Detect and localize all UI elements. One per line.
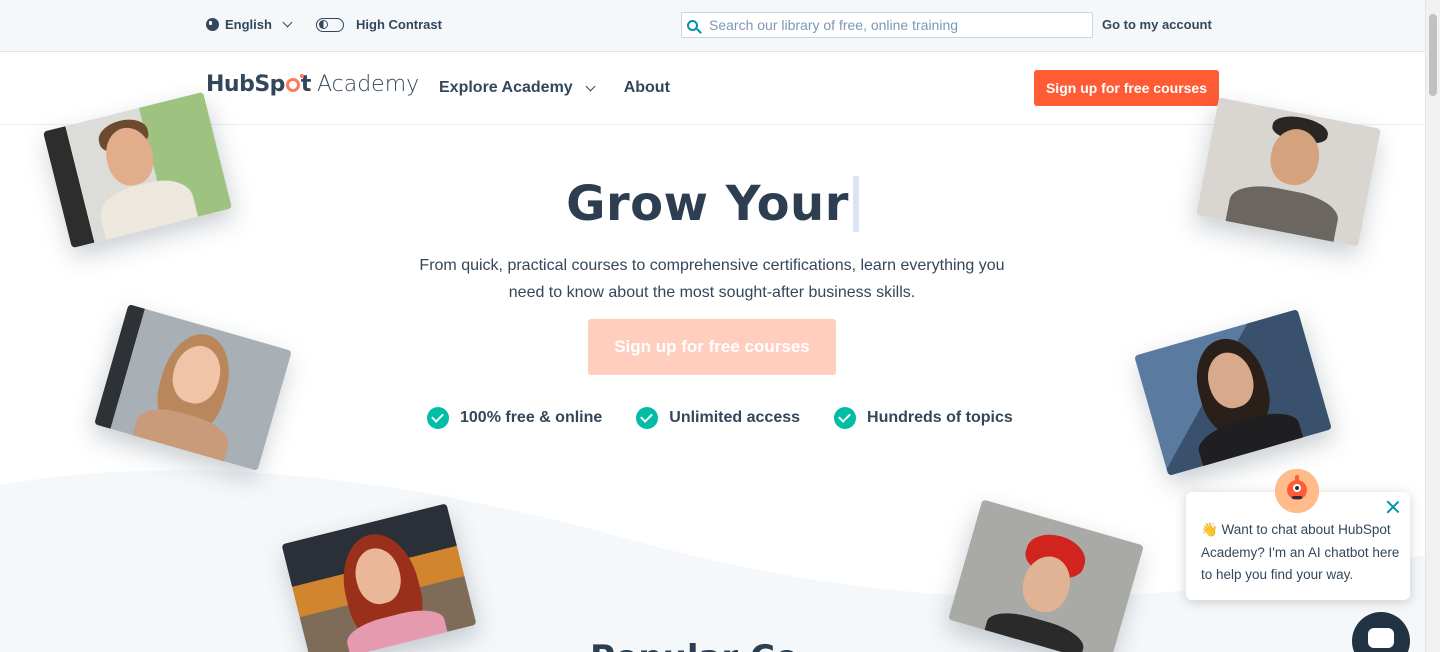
scrollbar-thumb[interactable] [1429, 14, 1437, 96]
close-icon[interactable] [1386, 500, 1400, 514]
contrast-toggle-icon[interactable] [316, 17, 344, 32]
main-navbar: HubSp t Academy Explore Academy About Sig… [0, 52, 1425, 125]
check-icon [834, 407, 857, 429]
chat-message: 👋 Want to chat about HubSpot Academy? I'… [1201, 522, 1400, 582]
logo-academy-text: Academy [316, 72, 420, 97]
hero-subtitle: From quick, practical courses to compreh… [419, 257, 1005, 301]
chatbot-avatar [1275, 469, 1319, 513]
page-scrollbar[interactable] [1425, 0, 1440, 652]
toggle-knob [319, 19, 328, 29]
language-label: English [225, 17, 272, 32]
typing-cursor [852, 176, 859, 232]
feature-unlimited-access: Unlimited access [636, 407, 800, 429]
sprocket-icon [285, 74, 304, 92]
photo-woman-smiling-left [94, 303, 292, 472]
photo-woman-glasses-right [1134, 308, 1332, 477]
go-to-account-link[interactable]: Go to my account [1102, 17, 1212, 32]
globe-icon [206, 18, 219, 31]
hero-title: Grow Your [0, 176, 1425, 232]
chevron-down-icon [282, 17, 293, 28]
signup-button-header[interactable]: Sign up for free courses [1034, 70, 1219, 106]
hubspot-academy-logo[interactable]: HubSp t Academy [206, 72, 419, 97]
page-viewport: English High Contrast Go to my account H… [0, 0, 1425, 652]
feature-list: 100% free & online Unlimited access Hund… [427, 407, 1013, 429]
high-contrast-label: High Contrast [356, 17, 442, 32]
nav-about[interactable]: About [624, 79, 670, 97]
nav-links: Explore Academy About [439, 79, 670, 97]
search-input[interactable] [707, 13, 1092, 37]
nav-about-label: About [623, 79, 670, 96]
next-section-title: Popular Co [590, 638, 798, 652]
feature-hundreds-topics: Hundreds of topics [834, 407, 1013, 429]
language-selector[interactable]: English [206, 17, 293, 32]
check-icon [427, 407, 449, 429]
search-icon[interactable] [687, 19, 698, 31]
high-contrast-toggle[interactable]: High Contrast [316, 17, 442, 32]
nav-explore-label: Explore Academy [439, 79, 573, 96]
search-box[interactable] [681, 12, 1093, 38]
logo-wordmark: HubSp t [206, 72, 311, 97]
feature-free-online: 100% free & online [427, 407, 602, 429]
signup-button-hero[interactable]: Sign up for free courses [588, 319, 836, 375]
chevron-down-icon [585, 81, 596, 91]
check-icon [636, 407, 659, 429]
chat-bubble-icon [1368, 628, 1394, 648]
nav-explore-academy[interactable]: Explore Academy [439, 79, 596, 97]
utility-bar: English High Contrast Go to my account [0, 0, 1425, 52]
chatbot-face-icon [1275, 469, 1319, 513]
